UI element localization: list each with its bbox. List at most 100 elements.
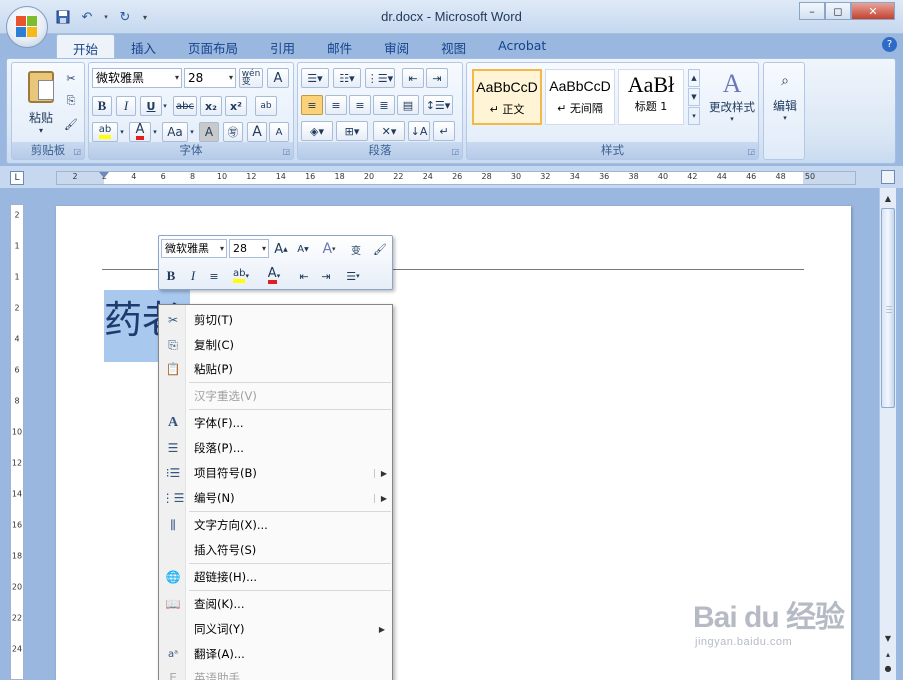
subscript-button[interactable]: x₂ [200,96,222,116]
mini-shrink-font-button[interactable]: A ▼ [295,240,311,258]
scroll-up-icon[interactable]: ▲ [880,190,896,206]
numbering-button[interactable]: ☷▾ [333,68,361,88]
menu-item-cut[interactable]: ✂ 剪切(T) [160,309,391,331]
tab-mailings[interactable]: 邮件 [311,34,368,58]
style-no-spacing[interactable]: AaBbCcD ↵ 无间隔 [545,69,615,125]
mini-font-color-button[interactable]: A ▾ [261,267,287,285]
submenu-arrow-icon[interactable]: ▶ [373,493,387,503]
menu-item-paste[interactable]: 📋 粘贴(P) [160,358,391,380]
line-spacing-button[interactable]: ↕☰▾ [423,95,453,115]
menu-item-text-direction[interactable]: ⫼ 文字方向(X)... [160,514,391,536]
font-launcher-icon[interactable]: ◲ [282,147,290,156]
enclose-characters-button[interactable]: ㊢ [223,122,243,142]
underline-dropdown-icon[interactable]: ▾ [161,96,169,116]
styles-scroll-up-icon[interactable]: ▲ [688,69,700,87]
highlight-color-button[interactable]: ab [92,122,118,142]
mini-increase-indent-button[interactable]: ⇥ [317,267,335,285]
styles-more-icon[interactable]: ▾ [688,107,700,125]
styles-scroll-down-icon[interactable]: ▼ [688,88,700,106]
menu-item-font[interactable]: A 字体(F)... [160,412,391,434]
minimize-button[interactable]: – [799,2,825,20]
justify-button[interactable]: ≣ [373,95,395,115]
office-button[interactable] [6,6,48,48]
mini-format-painter-icon[interactable]: 🖌 [371,240,389,258]
change-styles-button[interactable]: A 更改样式 ▾ [705,69,759,123]
style-normal[interactable]: AaBbCcD ↵ 正文 [472,69,542,125]
sort-button[interactable]: ↓A [408,121,430,141]
mini-highlight-button[interactable]: ab ▾ [227,267,255,285]
tab-references[interactable]: 引用 [254,34,311,58]
help-icon[interactable]: ? [882,37,897,52]
format-painter-icon[interactable]: 🖌 [62,114,80,134]
character-border-button[interactable]: A [267,68,289,88]
highlight-dropdown-icon[interactable]: ▾ [118,122,126,142]
mini-font-size-combo[interactable]: 28 ▾ [229,239,269,258]
tab-insert[interactable]: 插入 [115,34,172,58]
editing-button[interactable]: ⌕ 编辑 ▾ [766,71,804,122]
shading-button[interactable]: ◈▾ [301,121,333,141]
superscript-button[interactable]: x² [225,96,247,116]
paste-button[interactable]: 粘贴 ▾ [20,69,62,141]
cut-icon[interactable]: ✂ [62,68,80,88]
font-color-button[interactable]: A [129,122,151,142]
chinese-layout-button[interactable]: ✕▾ [373,121,405,141]
select-browse-object-icon[interactable]: ● [880,660,896,676]
menu-item-lookup[interactable]: 📖 查阅(K)... [160,593,391,615]
paragraph-launcher-icon[interactable]: ◲ [451,147,459,156]
mini-decrease-indent-button[interactable]: ⇤ [295,267,313,285]
font-size-combo[interactable]: 28 ▾ [184,68,236,88]
mini-bullets-button[interactable]: ☰ ▾ [339,267,367,285]
restore-button[interactable]: ◻ [825,2,851,20]
align-right-button[interactable]: ≡ [349,95,371,115]
menu-item-copy[interactable]: ⎘ 复制(C) [160,334,391,356]
font-name-combo[interactable]: 微软雅黑 ▾ [92,68,182,88]
clear-formatting-button[interactable]: ab [255,96,277,116]
grow-font-button[interactable]: A [247,122,267,142]
copy-icon[interactable]: ⎘ [62,91,80,111]
vertical-scrollbar[interactable]: ▲ — — — ▼ ▴ ● [879,188,896,680]
menu-item-translate[interactable]: aᵃ 翻译(A)... [160,643,391,665]
scroll-down-icon[interactable]: ▼ [880,630,896,646]
menu-item-insert-symbol[interactable]: 插入符号(S) [160,539,391,561]
tab-acrobat[interactable]: Acrobat [482,34,562,58]
close-button[interactable]: ✕ [851,2,895,20]
mini-font-name-combo[interactable]: 微软雅黑 ▾ [161,239,227,258]
multilevel-list-button[interactable]: ⋮☰▾ [365,68,395,88]
menu-item-bullets[interactable]: ⁝☰ 项目符号(B) ▶ [160,462,391,484]
character-shading-button[interactable]: A [199,122,219,142]
menu-item-paragraph[interactable]: ☰ 段落(P)... [160,437,391,459]
tab-page-layout[interactable]: 页面布局 [172,34,254,58]
view-ruler-icon[interactable] [881,170,895,184]
strikethrough-button[interactable]: abc [173,96,197,116]
vertical-ruler[interactable]: 2 1 1 2 4 6 8 10 12 14 16 18 20 22 24 [10,204,24,680]
font-color-dropdown-icon[interactable]: ▾ [151,122,159,142]
italic-button[interactable]: I [116,96,136,116]
indent-marker-icon[interactable] [99,172,109,178]
scroll-thumb[interactable]: — — — [881,208,895,408]
change-case-dropdown-icon[interactable]: ▾ [188,122,196,142]
mini-center-button[interactable]: ≡ [205,267,223,285]
styles-launcher-icon[interactable]: ◲ [747,147,755,156]
clipboard-launcher-icon[interactable]: ◲ [73,147,81,156]
tab-view[interactable]: 视图 [425,34,482,58]
horizontal-ruler[interactable]: 2 2 4 6 8 10 12 14 16 18 20 22 24 26 28 30 32 34 36 38 40 42 4… [56,171,856,185]
borders-button[interactable]: ⊞▾ [336,121,368,141]
change-case-button[interactable]: Aa [162,122,188,142]
mini-grow-font-button[interactable]: A ▲ [273,240,289,258]
align-left-button[interactable]: ≡ [301,95,323,115]
increase-indent-button[interactable]: ⇥ [426,68,448,88]
tab-selector[interactable]: L [10,171,24,185]
mini-styles-button[interactable]: A ▾ [317,240,341,258]
underline-button[interactable]: U [140,96,162,116]
bold-button[interactable]: B [92,96,112,116]
style-heading-1[interactable]: AaBł 标题 1 [618,69,684,125]
menu-item-hyperlink[interactable]: 🌐 超链接(H)... [160,566,391,588]
decrease-indent-button[interactable]: ⇤ [402,68,424,88]
tab-review[interactable]: 审阅 [368,34,425,58]
submenu-arrow-icon[interactable]: ▶ [373,468,387,478]
shrink-font-button[interactable]: A [269,122,289,142]
mini-bold-button[interactable]: B [163,267,179,285]
tab-home[interactable]: 开始 [56,34,116,58]
phonetic-guide-button[interactable]: wén 变 [239,68,263,88]
align-center-button[interactable]: ≡ [325,95,347,115]
